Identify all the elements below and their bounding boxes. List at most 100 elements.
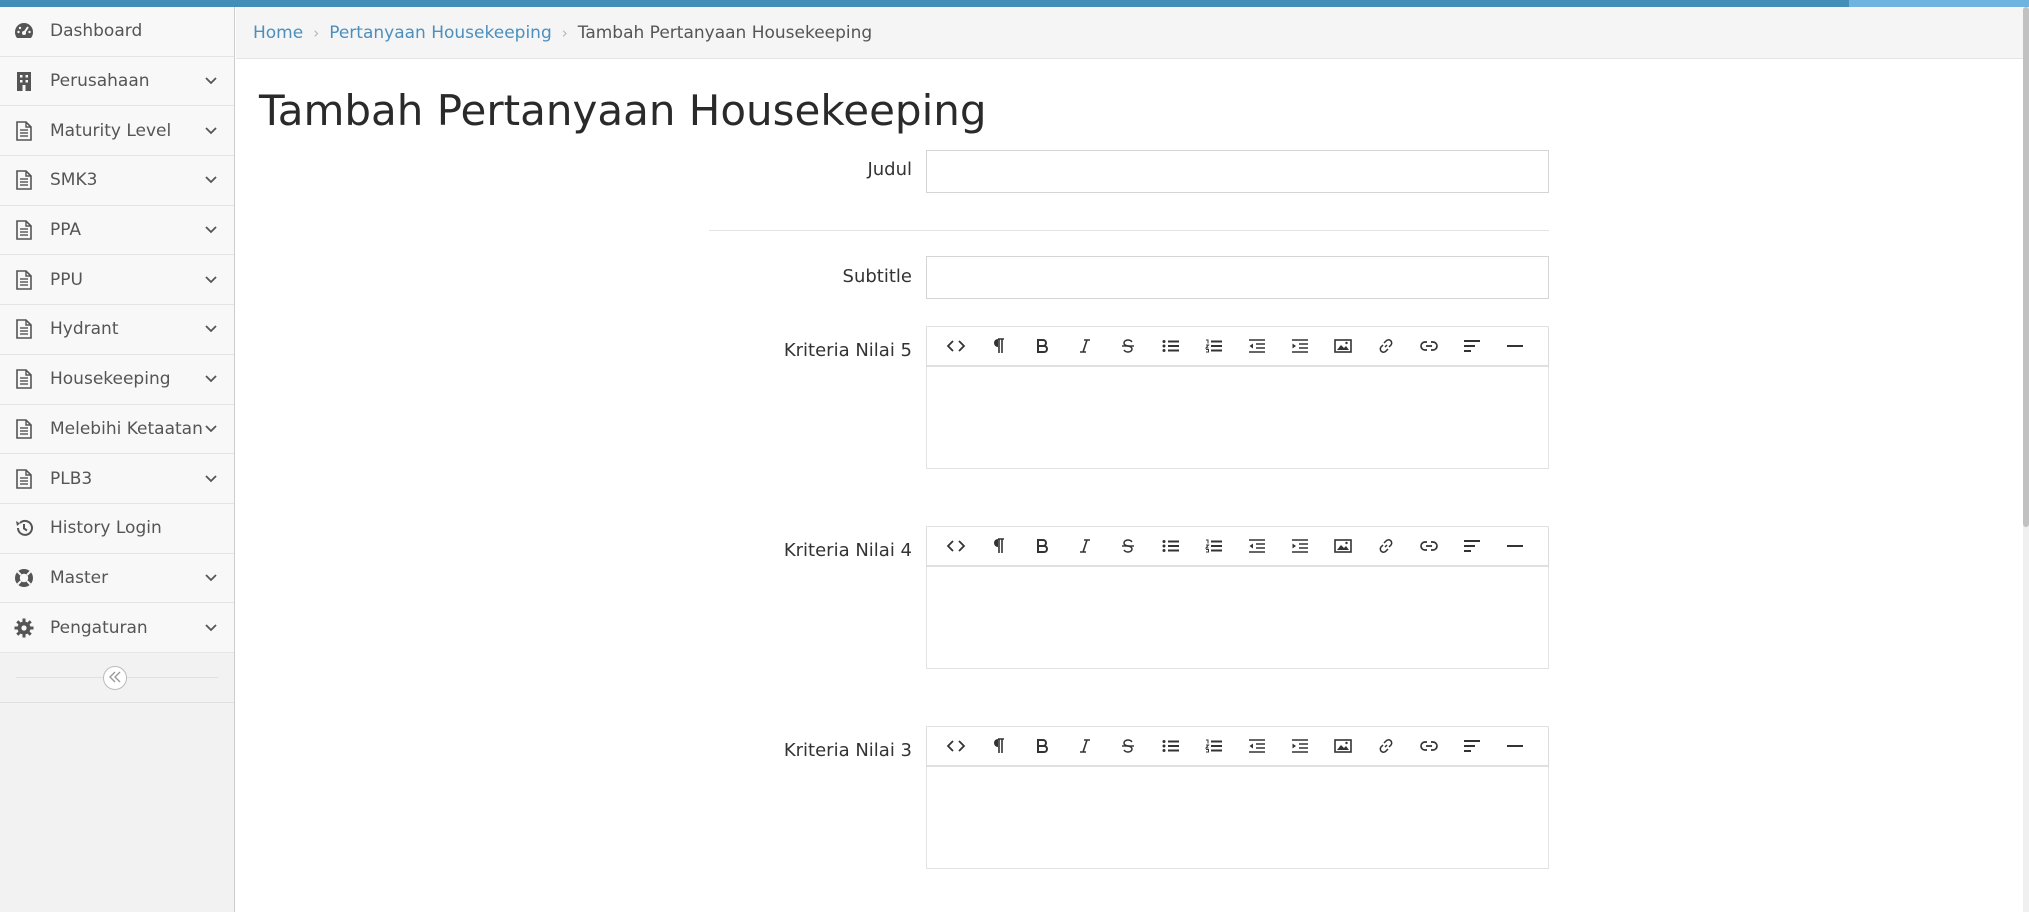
- editor-content-area[interactable]: [927, 367, 1548, 467]
- sidebar-item-label: Perusahaan: [50, 71, 150, 92]
- top-accent-bar: [0, 0, 2029, 7]
- sidebar-item-plb3[interactable]: PLB3: [0, 454, 234, 504]
- indent-icon[interactable]: [1278, 328, 1321, 364]
- chevron-down-icon: [204, 571, 218, 585]
- document-icon: [13, 468, 35, 490]
- strikethrough-icon[interactable]: [1106, 528, 1149, 564]
- sidebar-item-label: Melebihi Ketaatan: [50, 418, 203, 439]
- paragraph-icon[interactable]: [977, 728, 1020, 764]
- editor-content-area[interactable]: [927, 767, 1548, 867]
- subtitle-label: Subtitle: [842, 266, 912, 287]
- page-scrollbar[interactable]: [2023, 7, 2029, 912]
- sidebar-item-dashboard[interactable]: Dashboard: [0, 7, 234, 57]
- align-icon[interactable]: [1450, 328, 1493, 364]
- unordered-list-icon[interactable]: [1149, 528, 1192, 564]
- unlink-icon[interactable]: [1407, 328, 1450, 364]
- document-icon: [13, 269, 35, 291]
- breadcrumb-link-home[interactable]: Home: [253, 23, 303, 43]
- sidebar-item-smk3[interactable]: SMK3: [0, 156, 234, 206]
- sidebar-collapse-row: [0, 653, 234, 703]
- sidebar-item-ppu[interactable]: PPU: [0, 255, 234, 306]
- sidebar-item-housekeeping[interactable]: Housekeeping: [0, 354, 234, 405]
- sidebar-item-maturity-level[interactable]: Maturity Level: [0, 106, 234, 157]
- sidebar-item-label: Housekeeping: [50, 369, 171, 390]
- unlink-icon[interactable]: [1407, 528, 1450, 564]
- unlink-icon[interactable]: [1407, 728, 1450, 764]
- dashboard-icon: [13, 20, 35, 42]
- sidebar-item-master[interactable]: Master: [0, 553, 234, 604]
- sidebar-item-label: Pengaturan: [50, 617, 148, 638]
- align-icon[interactable]: [1450, 528, 1493, 564]
- document-icon: [13, 219, 35, 241]
- ordered-list-icon[interactable]: [1192, 328, 1235, 364]
- document-icon: [13, 318, 35, 340]
- bold-icon[interactable]: [1020, 528, 1063, 564]
- indent-icon[interactable]: [1278, 528, 1321, 564]
- kriteria-nilai-3-editor: [926, 726, 1549, 869]
- sidebar-item-pengaturan[interactable]: Pengaturan: [0, 603, 234, 653]
- horizontal-rule-icon[interactable]: [1493, 528, 1536, 564]
- chevron-down-icon: [204, 422, 218, 436]
- bold-icon[interactable]: [1020, 728, 1063, 764]
- breadcrumb-separator-icon: ›: [561, 23, 568, 42]
- align-icon[interactable]: [1450, 728, 1493, 764]
- paragraph-icon[interactable]: [977, 328, 1020, 364]
- outdent-icon[interactable]: [1235, 728, 1278, 764]
- document-icon: [13, 169, 35, 191]
- italic-icon[interactable]: [1063, 328, 1106, 364]
- sidebar-item-melebihi-ketaatan[interactable]: Melebihi Ketaatan: [0, 404, 234, 455]
- image-icon[interactable]: [1321, 728, 1364, 764]
- code-view-icon[interactable]: [934, 528, 977, 564]
- breadcrumb-link-pertanyaan-housekeeping[interactable]: Pertanyaan Housekeeping: [329, 23, 552, 43]
- code-view-icon[interactable]: [934, 728, 977, 764]
- horizontal-rule-icon[interactable]: [1493, 728, 1536, 764]
- sidebar-item-hydrant[interactable]: Hydrant: [0, 305, 234, 355]
- breadcrumb-current: Tambah Pertanyaan Housekeeping: [577, 22, 873, 43]
- chevron-down-icon: [204, 372, 218, 386]
- subtitle-input[interactable]: [926, 256, 1549, 299]
- history-icon: [13, 517, 35, 539]
- chevron-down-icon: [204, 74, 218, 88]
- horizontal-rule-icon[interactable]: [1493, 328, 1536, 364]
- strikethrough-icon[interactable]: [1106, 728, 1149, 764]
- unordered-list-icon[interactable]: [1149, 328, 1192, 364]
- editor-toolbar: [927, 527, 1548, 567]
- outdent-icon[interactable]: [1235, 328, 1278, 364]
- image-icon[interactable]: [1321, 328, 1364, 364]
- chevron-down-icon: [204, 472, 218, 486]
- ordered-list-icon[interactable]: [1192, 528, 1235, 564]
- outdent-icon[interactable]: [1235, 528, 1278, 564]
- scrollbar-thumb[interactable]: [2023, 7, 2029, 527]
- indent-icon[interactable]: [1278, 728, 1321, 764]
- paragraph-icon[interactable]: [977, 528, 1020, 564]
- chevron-down-icon: [204, 124, 218, 138]
- ordered-list-icon[interactable]: [1192, 728, 1235, 764]
- judul-input[interactable]: [926, 150, 1549, 193]
- chevron-down-icon: [204, 322, 218, 336]
- sidebar-collapse-button[interactable]: [103, 665, 127, 690]
- italic-icon[interactable]: [1063, 528, 1106, 564]
- sidebar-item-label: Hydrant: [50, 319, 119, 340]
- editor-content-area[interactable]: [927, 567, 1548, 667]
- strikethrough-icon[interactable]: [1106, 328, 1149, 364]
- kriteria-nilai-3-label: Kriteria Nilai 3: [783, 740, 912, 761]
- divider: [709, 230, 1549, 231]
- unordered-list-icon[interactable]: [1149, 728, 1192, 764]
- italic-icon[interactable]: [1063, 728, 1106, 764]
- chevron-down-icon: [204, 273, 218, 287]
- link-icon[interactable]: [1364, 528, 1407, 564]
- top-accent-bar-end: [1849, 0, 2029, 7]
- code-view-icon[interactable]: [934, 328, 977, 364]
- sidebar: Dashboard Perusahaan Maturity Level SMK3…: [0, 7, 235, 912]
- sidebar-item-perusahaan[interactable]: Perusahaan: [0, 56, 234, 107]
- image-icon[interactable]: [1321, 528, 1364, 564]
- bold-icon[interactable]: [1020, 328, 1063, 364]
- link-icon[interactable]: [1364, 328, 1407, 364]
- sidebar-item-ppa[interactable]: PPA: [0, 205, 234, 256]
- link-icon[interactable]: [1364, 728, 1407, 764]
- chevron-down-icon: [204, 621, 218, 635]
- kriteria-nilai-5-editor: [926, 326, 1549, 469]
- sidebar-item-label: Master: [50, 567, 109, 588]
- sidebar-item-history-login[interactable]: History Login: [0, 503, 234, 554]
- building-icon: [13, 70, 35, 92]
